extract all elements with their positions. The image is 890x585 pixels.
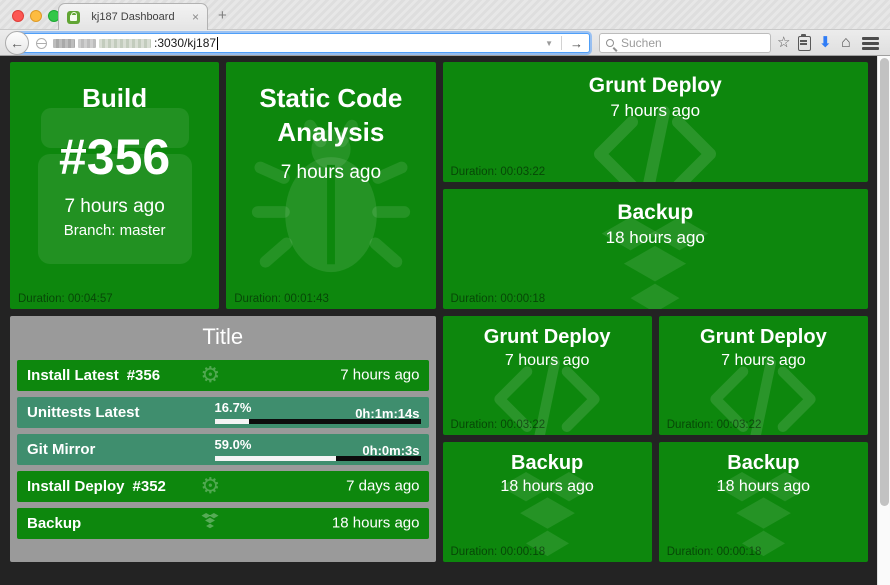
tile-title: Grunt Deploy (443, 74, 869, 98)
updated-text: 18 hours ago (659, 478, 868, 496)
tile-build-list: Title Install Latest #356 ⚙ 7 hours ago … (10, 316, 436, 563)
tile-title: Backup (659, 452, 868, 475)
item-build-number: #356 (119, 367, 160, 384)
updated-text: 7 hours ago (226, 162, 435, 184)
tile-grunt-deploy-small: Grunt Deploy 7 hours ago Duration: 00:03… (659, 316, 868, 436)
text-caret (217, 37, 218, 50)
new-tab-button[interactable]: + (218, 8, 227, 23)
downloads-icon[interactable]: ⬇ (819, 34, 832, 52)
tile-title: Static Code Analysis (246, 82, 415, 150)
redacted-url-part (99, 39, 151, 48)
dashboard-grid: Build #356 7 hours ago Branch: master Du… (10, 62, 868, 562)
duration-text: Duration: 00:00:18 (451, 293, 546, 305)
item-label: Git Mirror (17, 441, 95, 458)
search-icon (606, 39, 614, 47)
progress-bar (215, 419, 421, 424)
divider (561, 36, 562, 50)
dropbox-icon (201, 513, 219, 533)
progress-bar-fill (215, 419, 249, 424)
menu-hamburger-icon[interactable] (862, 37, 879, 40)
tile-build: Build #356 7 hours ago Branch: master Du… (10, 62, 219, 309)
build-number: #356 (10, 128, 219, 186)
item-label: Unittests Latest (17, 404, 140, 421)
item-label: Install Deploy (17, 478, 125, 495)
build-list: Install Latest #356 ⚙ 7 hours ago Unitte… (17, 360, 429, 545)
item-time: 7 days ago (346, 478, 419, 495)
tile-title: Backup (443, 452, 652, 475)
list-item-unittests-latest: Unittests Latest 16.7% 0h:1m:14s (17, 397, 429, 428)
window-titlebar: kj187 Dashboard × + (0, 0, 890, 30)
item-build-number: #352 (125, 478, 166, 495)
redacted-url-part (78, 39, 96, 48)
duration-text: Duration: 00:03:22 (667, 419, 762, 431)
bookmark-star-icon[interactable]: ☆ (777, 34, 790, 52)
branch-text: Branch: master (10, 222, 219, 239)
url-text[interactable]: :3030/kj187 (154, 36, 216, 50)
list-item-install-deploy: Install Deploy #352 ⚙ 7 days ago (17, 471, 429, 502)
go-button[interactable]: → (570, 36, 583, 51)
back-button[interactable]: ← (5, 31, 29, 55)
tab-favicon-icon (67, 11, 80, 24)
duration-text: Duration: 00:04:57 (18, 293, 113, 305)
tile-backup-small: Backup 18 hours ago Duration: 00:00:18 (659, 442, 868, 562)
progress-bar (215, 456, 421, 461)
url-bar[interactable]: :3030/kj187 ▼ → (17, 33, 590, 53)
tile-backup: Backup 18 hours ago Duration: 00:00:18 (443, 189, 869, 309)
list-item-git-mirror: Git Mirror 59.0% 0h:0m:3s (17, 434, 429, 465)
tile-static-code-analysis: Static Code Analysis 7 hours ago Duratio… (226, 62, 435, 309)
duration-text: Duration: 00:03:22 (451, 419, 546, 431)
list-item-install-latest: Install Latest #356 ⚙ 7 hours ago (17, 360, 429, 391)
gear-icon: ⚙ (201, 364, 221, 386)
item-time: 18 hours ago (332, 515, 420, 532)
updated-text: 18 hours ago (443, 478, 652, 496)
minimize-window-button[interactable] (30, 10, 42, 22)
tile-grunt-deploy-small: Grunt Deploy 7 hours ago Duration: 00:03… (443, 316, 652, 436)
search-input[interactable]: Suchen (599, 33, 771, 53)
progress-percent: 59.0% (215, 437, 252, 452)
gear-icon: ⚙ (201, 475, 221, 497)
url-history-dropdown-icon[interactable]: ▼ (545, 39, 561, 48)
list-title: Title (10, 324, 436, 350)
navigation-toolbar: ← :3030/kj187 ▼ → Suchen ☆ ⬇ ⌂ (0, 30, 890, 56)
duration-text: Duration: 00:00:18 (451, 546, 546, 558)
close-window-button[interactable] (12, 10, 24, 22)
tab-close-icon[interactable]: × (186, 11, 199, 23)
site-identity-icon[interactable] (36, 38, 47, 49)
tile-backup-small: Backup 18 hours ago Duration: 00:00:18 (443, 442, 652, 562)
item-label: Install Latest (17, 367, 119, 384)
updated-text: 18 hours ago (443, 228, 869, 248)
updated-text: 7 hours ago (443, 352, 652, 370)
browser-tab[interactable]: kj187 Dashboard × (58, 3, 208, 30)
home-icon[interactable]: ⌂ (841, 34, 851, 52)
duration-text: Duration: 00:00:18 (667, 546, 762, 558)
tile-title: Grunt Deploy (443, 326, 652, 349)
duration-text: Duration: 00:01:43 (234, 293, 329, 305)
item-time: 7 hours ago (340, 367, 419, 384)
progress-percent: 16.7% (215, 400, 252, 415)
duration-text: Duration: 00:03:22 (451, 166, 546, 178)
tile-title: Backup (443, 201, 869, 225)
tile-title: Grunt Deploy (659, 326, 868, 349)
reading-list-icon[interactable] (798, 36, 811, 51)
search-placeholder: Suchen (621, 36, 662, 50)
updated-text: 7 hours ago (443, 101, 869, 121)
progress-bar-fill (215, 456, 337, 461)
browser-chrome: kj187 Dashboard × + ← :3030/kj187 ▼ → Su… (0, 0, 890, 56)
item-label: Backup (17, 515, 81, 532)
redacted-url-part (53, 39, 75, 48)
list-item-backup: Backup 18 hours ago (17, 508, 429, 539)
tile-grunt-deploy: Grunt Deploy 7 hours ago Duration: 00:03… (443, 62, 869, 182)
page-scrollbar[interactable] (877, 56, 890, 585)
scrollbar-thumb[interactable] (880, 58, 889, 506)
updated-text: 7 hours ago (10, 196, 219, 218)
updated-text: 7 hours ago (659, 352, 868, 370)
dashboard-page: Build #356 7 hours ago Branch: master Du… (0, 56, 890, 585)
tile-title: Build (10, 84, 219, 114)
tab-title: kj187 Dashboard (80, 11, 186, 23)
